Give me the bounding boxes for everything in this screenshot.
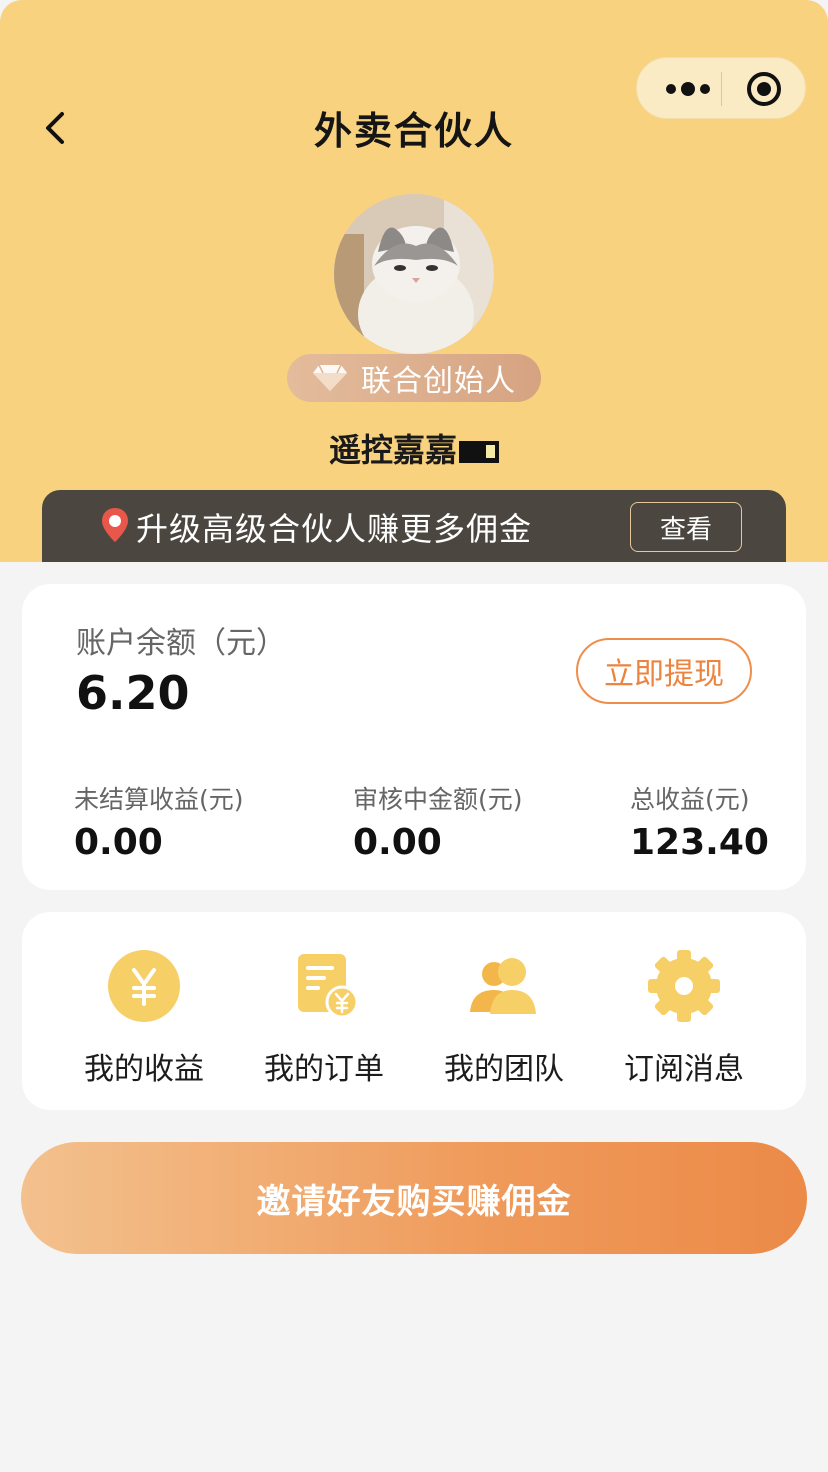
stat-total: 总收益(元) 123.40: [630, 780, 769, 863]
menu-card: 我的收益 我的订单 我的团队 订阅消息: [22, 912, 806, 1110]
capsule-divider: [721, 72, 722, 106]
yen-coin-icon: [108, 950, 180, 1022]
username: 遥控嘉嘉: [0, 425, 828, 471]
stat-label: 审核中金额(元): [353, 785, 523, 814]
username-text: 遥控嘉嘉: [328, 431, 457, 469]
target-close-icon[interactable]: [747, 72, 781, 106]
menu-item-orders[interactable]: 我的订单: [234, 946, 414, 1088]
menu-item-subscribe[interactable]: 订阅消息: [594, 946, 774, 1088]
balance-value: 6.20: [76, 666, 190, 720]
pin-badge-icon: [102, 508, 128, 542]
cat-avatar: [334, 194, 494, 354]
balance-card: 账户余额（元） 6.20 立即提现 未结算收益(元) 0.00 审核中金额(元)…: [22, 584, 806, 890]
stat-value: 123.40: [630, 822, 769, 863]
menu-label: 我的团队: [444, 1052, 564, 1087]
avatar[interactable]: [334, 194, 494, 354]
ticket-emoji-icon: [459, 441, 499, 463]
menu-label: 我的订单: [264, 1052, 384, 1087]
rank-label: 联合创始人: [361, 364, 516, 399]
invite-button[interactable]: 邀请好友购买赚佣金: [21, 1142, 807, 1254]
rank-badge: 联合创始人: [287, 354, 541, 402]
diamond-icon: [313, 364, 347, 391]
stat-value: 0.00: [74, 822, 163, 863]
stat-label: 总收益(元): [630, 785, 750, 814]
stat-label: 未结算收益(元): [74, 785, 244, 814]
withdraw-button[interactable]: 立即提现: [576, 638, 752, 704]
upgrade-text: 升级高级合伙人赚更多佣金: [136, 510, 533, 548]
menu-label: 订阅消息: [624, 1052, 744, 1087]
menu-item-team[interactable]: 我的团队: [414, 946, 594, 1088]
miniprogram-capsule: [636, 57, 806, 119]
stat-reviewing: 审核中金额(元) 0.00: [353, 780, 523, 863]
page: 外卖合伙人 联合创始人 遥控嘉嘉 升级高级合伙人赚更多佣金 查看 账户余额（元）…: [0, 0, 828, 1472]
stat-value: 0.00: [353, 822, 442, 863]
menu-item-earnings[interactable]: 我的收益: [54, 946, 234, 1088]
menu-label: 我的收益: [84, 1052, 204, 1087]
stat-unsettled: 未结算收益(元) 0.00: [74, 780, 244, 863]
upgrade-banner[interactable]: 升级高级合伙人赚更多佣金 查看: [42, 490, 786, 562]
gear-icon: [648, 950, 720, 1022]
team-icon: [470, 958, 536, 1014]
more-dots-icon[interactable]: [655, 58, 721, 120]
balance-label: 账户余额（元）: [76, 626, 286, 661]
order-doc-icon: [298, 954, 359, 1019]
view-button[interactable]: 查看: [630, 502, 742, 552]
